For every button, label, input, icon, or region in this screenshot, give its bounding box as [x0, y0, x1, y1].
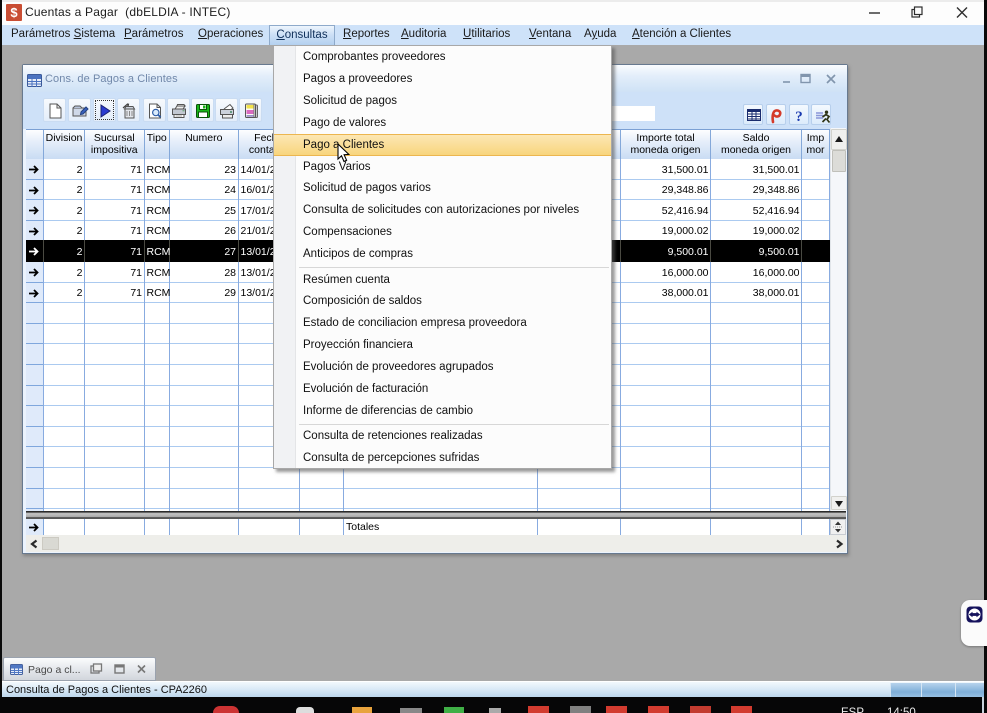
- svg-text:?: ?: [795, 109, 803, 124]
